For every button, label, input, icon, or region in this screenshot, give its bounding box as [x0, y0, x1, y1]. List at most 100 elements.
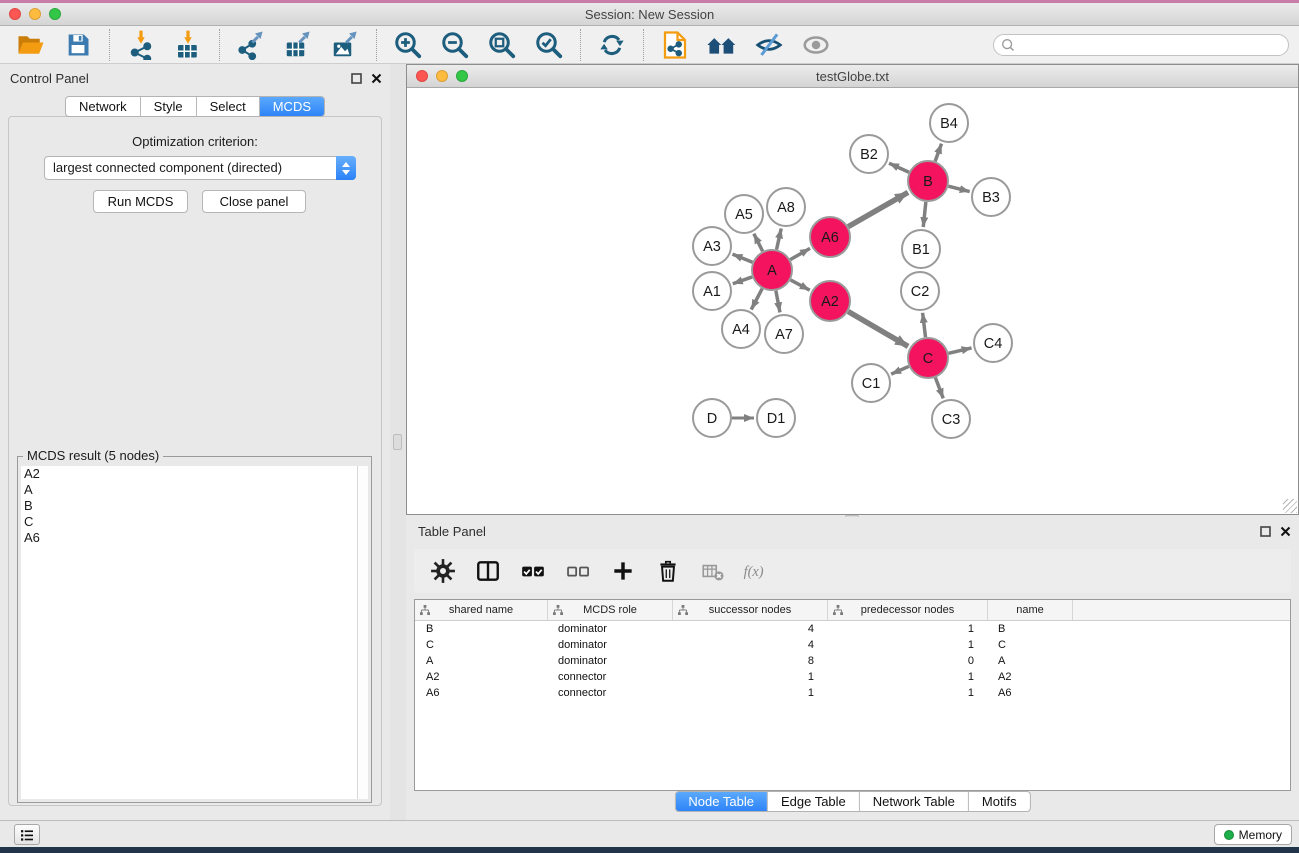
- home-button[interactable]: [703, 28, 741, 62]
- graph-edge-A6-B[interactable]: [848, 192, 908, 226]
- zoom-out-button[interactable]: [436, 28, 474, 62]
- graph-edge-A-A4[interactable]: [751, 289, 762, 310]
- table-row[interactable]: Bdominator41B: [415, 621, 1290, 637]
- mcds-result-item[interactable]: A: [21, 482, 368, 498]
- close-panel-button[interactable]: Close panel: [202, 190, 306, 213]
- graph-edge-C-C3[interactable]: [935, 378, 943, 399]
- graph-edge-C-C4[interactable]: [948, 348, 971, 353]
- tab-motifs[interactable]: Motifs: [968, 792, 1030, 811]
- graph-node-B1[interactable]: B1: [902, 230, 940, 268]
- tab-edge-table[interactable]: Edge Table: [767, 792, 859, 811]
- network-graph-canvas[interactable]: B4 B2 B B3 A8A5 A6 A3 B1 A A1 C2 A2 A4A7 C4 C C1 C3 D D1: [407, 88, 1298, 514]
- mcds-result-item[interactable]: A6: [21, 530, 368, 546]
- tab-select[interactable]: Select: [196, 97, 259, 116]
- splitter-grip[interactable]: [393, 434, 402, 450]
- graph-node-D[interactable]: D: [693, 399, 731, 437]
- column-header-mcds-role[interactable]: MCDS role: [548, 600, 673, 620]
- open-session-button[interactable]: [12, 28, 50, 62]
- graph-node-A8[interactable]: A8: [767, 188, 805, 226]
- graph-node-B[interactable]: B: [908, 161, 948, 201]
- graph-node-B3[interactable]: B3: [972, 178, 1010, 216]
- graph-node-B2[interactable]: B2: [850, 135, 888, 173]
- run-mcds-button[interactable]: Run MCDS: [93, 190, 188, 213]
- graph-edge-A-A1[interactable]: [733, 277, 752, 284]
- select-all-button[interactable]: [517, 555, 549, 587]
- graph-node-C3[interactable]: C3: [932, 400, 970, 438]
- mcds-result-item[interactable]: C: [21, 514, 368, 530]
- graph-edge-C-C2[interactable]: [923, 313, 926, 337]
- export-network-button[interactable]: [232, 28, 270, 62]
- import-table-button[interactable]: [169, 28, 207, 62]
- show-glyph-button[interactable]: [797, 28, 835, 62]
- deselect-all-button[interactable]: [562, 555, 594, 587]
- table-row[interactable]: Adominator80A: [415, 653, 1290, 669]
- mcds-result-list[interactable]: A2ABCA6: [21, 466, 368, 799]
- graph-node-A[interactable]: A: [752, 250, 792, 290]
- export-table-button[interactable]: [279, 28, 317, 62]
- graph-edge-B-B3[interactable]: [948, 186, 969, 191]
- graph-node-A2[interactable]: A2: [810, 281, 850, 321]
- graph-edge-A-A3[interactable]: [732, 254, 752, 262]
- tab-style[interactable]: Style: [140, 97, 196, 116]
- graph-edge-A-A7[interactable]: [776, 291, 780, 313]
- graph-edge-A-A6[interactable]: [790, 248, 810, 259]
- zoom-selected-button[interactable]: [530, 28, 568, 62]
- panel-splitter[interactable]: [390, 64, 406, 820]
- graph-node-A7[interactable]: A7: [765, 315, 803, 353]
- column-header-name[interactable]: name: [988, 600, 1073, 620]
- graph-node-A6[interactable]: A6: [810, 217, 850, 257]
- float-panel-icon[interactable]: [1260, 526, 1271, 537]
- split-columns-button[interactable]: [472, 555, 504, 587]
- delete-column-button[interactable]: [652, 555, 684, 587]
- graph-node-A3[interactable]: A3: [693, 227, 731, 265]
- zoom-fit-button[interactable]: [483, 28, 521, 62]
- resize-grip-icon[interactable]: [1283, 499, 1297, 513]
- mcds-result-scrollbar[interactable]: [357, 466, 368, 799]
- column-header-successor-nodes[interactable]: successor nodes: [673, 600, 828, 620]
- tab-mcds[interactable]: MCDS: [259, 97, 324, 116]
- graph-node-D1[interactable]: D1: [757, 399, 795, 437]
- show-panels-menu-button[interactable]: [14, 824, 40, 845]
- refresh-view-button[interactable]: [593, 28, 631, 62]
- graph-node-A5[interactable]: A5: [725, 195, 763, 233]
- graph-node-C4[interactable]: C4: [974, 324, 1012, 362]
- table-row[interactable]: Cdominator41C: [415, 637, 1290, 653]
- search-input[interactable]: [1016, 36, 1288, 54]
- delete-table-button[interactable]: [697, 555, 729, 587]
- graph-edge-A-A8[interactable]: [777, 228, 782, 249]
- float-panel-icon[interactable]: [351, 73, 362, 84]
- table-settings-button[interactable]: [427, 555, 459, 587]
- memory-button[interactable]: Memory: [1214, 824, 1292, 845]
- close-panel-icon[interactable]: [1280, 526, 1291, 537]
- tab-node-table[interactable]: Node Table: [675, 792, 767, 811]
- graph-edge-B-B4[interactable]: [935, 144, 941, 162]
- graph-node-A4[interactable]: A4: [722, 310, 760, 348]
- save-session-button[interactable]: [59, 28, 97, 62]
- mcds-result-item[interactable]: B: [21, 498, 368, 514]
- tab-network[interactable]: Network: [66, 97, 140, 116]
- zoom-in-button[interactable]: [389, 28, 427, 62]
- optimization-criterion-select[interactable]: largest connected component (directed): [44, 156, 356, 180]
- graph-node-B4[interactable]: B4: [930, 104, 968, 142]
- column-header-shared-name[interactable]: shared name: [415, 600, 548, 620]
- close-panel-icon[interactable]: [371, 73, 382, 84]
- tab-network-table[interactable]: Network Table: [859, 792, 968, 811]
- graph-edge-B-B2[interactable]: [889, 163, 909, 172]
- graph-node-C[interactable]: C: [908, 338, 948, 378]
- graph-edge-B-B1[interactable]: [923, 202, 926, 227]
- graph-node-C2[interactable]: C2: [901, 272, 939, 310]
- function-builder-button[interactable]: f(x): [742, 555, 774, 587]
- graph-node-A1[interactable]: A1: [693, 272, 731, 310]
- graph-edge-A-A5[interactable]: [754, 234, 763, 252]
- hide-glyph-button[interactable]: [750, 28, 788, 62]
- import-network-button[interactable]: [122, 28, 160, 62]
- mcds-result-item[interactable]: A2: [21, 466, 368, 482]
- table-row[interactable]: A6connector11A6: [415, 685, 1290, 701]
- add-column-button[interactable]: [607, 555, 639, 587]
- table-row[interactable]: A2connector11A2: [415, 669, 1290, 685]
- network-document-button[interactable]: [656, 28, 694, 62]
- graph-edge-C-C1[interactable]: [891, 366, 909, 374]
- export-image-button[interactable]: [326, 28, 364, 62]
- graph-edge-A2-C[interactable]: [848, 312, 908, 347]
- graph-node-C1[interactable]: C1: [852, 364, 890, 402]
